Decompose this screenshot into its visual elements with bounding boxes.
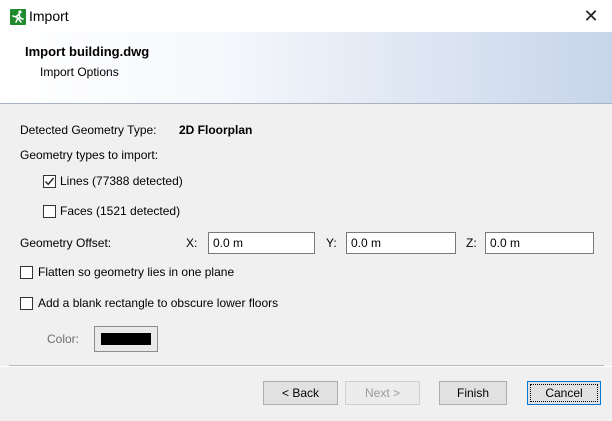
offset-x-input[interactable]: 0.0 m	[208, 232, 315, 254]
offset-y-label: Y:	[326, 236, 337, 250]
wizard-title: Import building.dwg	[25, 44, 150, 59]
geometry-types-label: Geometry types to import:	[20, 148, 159, 162]
blank-rectangle-checkbox-label[interactable]: Add a blank rectangle to obscure lower f…	[38, 296, 278, 310]
lines-checkbox[interactable]	[43, 175, 56, 188]
cancel-button[interactable]: Cancel	[527, 381, 601, 405]
wizard-subtitle: Import Options	[40, 65, 119, 79]
detected-geometry-label: Detected Geometry Type:	[20, 123, 157, 137]
offset-x-label: X:	[186, 236, 198, 250]
offset-z-input[interactable]: 0.0 m	[485, 232, 594, 254]
blank-rectangle-checkbox[interactable]	[20, 297, 33, 310]
offset-y-input[interactable]: 0.0 m	[346, 232, 456, 254]
color-label: Color:	[47, 332, 80, 346]
title-bar: Import ✕	[0, 0, 612, 32]
window-title: Import	[29, 8, 69, 24]
flatten-checkbox[interactable]	[20, 266, 33, 279]
divider	[9, 365, 604, 366]
detected-geometry-value: 2D Floorplan	[179, 123, 253, 137]
checkmark-icon	[44, 177, 55, 186]
focus-indicator	[530, 384, 598, 402]
color-swatch	[101, 333, 151, 345]
color-swatch-button[interactable]	[94, 326, 158, 352]
wizard-header: Import building.dwg Import Options	[0, 32, 612, 104]
close-icon[interactable]: ✕	[578, 4, 604, 28]
geometry-offset-label: Geometry Offset:	[20, 236, 112, 250]
back-button[interactable]: < Back	[263, 381, 338, 405]
finish-button[interactable]: Finish	[439, 381, 507, 405]
next-button[interactable]: Next >	[345, 381, 420, 405]
faces-checkbox-label[interactable]: Faces (1521 detected)	[60, 204, 180, 218]
offset-z-label: Z:	[466, 236, 477, 250]
running-figure-icon	[10, 9, 26, 25]
import-options-panel: Detected Geometry Type: 2D Floorplan Geo…	[0, 104, 612, 366]
faces-checkbox[interactable]	[43, 205, 56, 218]
flatten-checkbox-label[interactable]: Flatten so geometry lies in one plane	[38, 265, 234, 279]
lines-checkbox-label[interactable]: Lines (77388 detected)	[60, 174, 183, 188]
wizard-footer: < Back Next > Finish Cancel	[0, 367, 612, 421]
